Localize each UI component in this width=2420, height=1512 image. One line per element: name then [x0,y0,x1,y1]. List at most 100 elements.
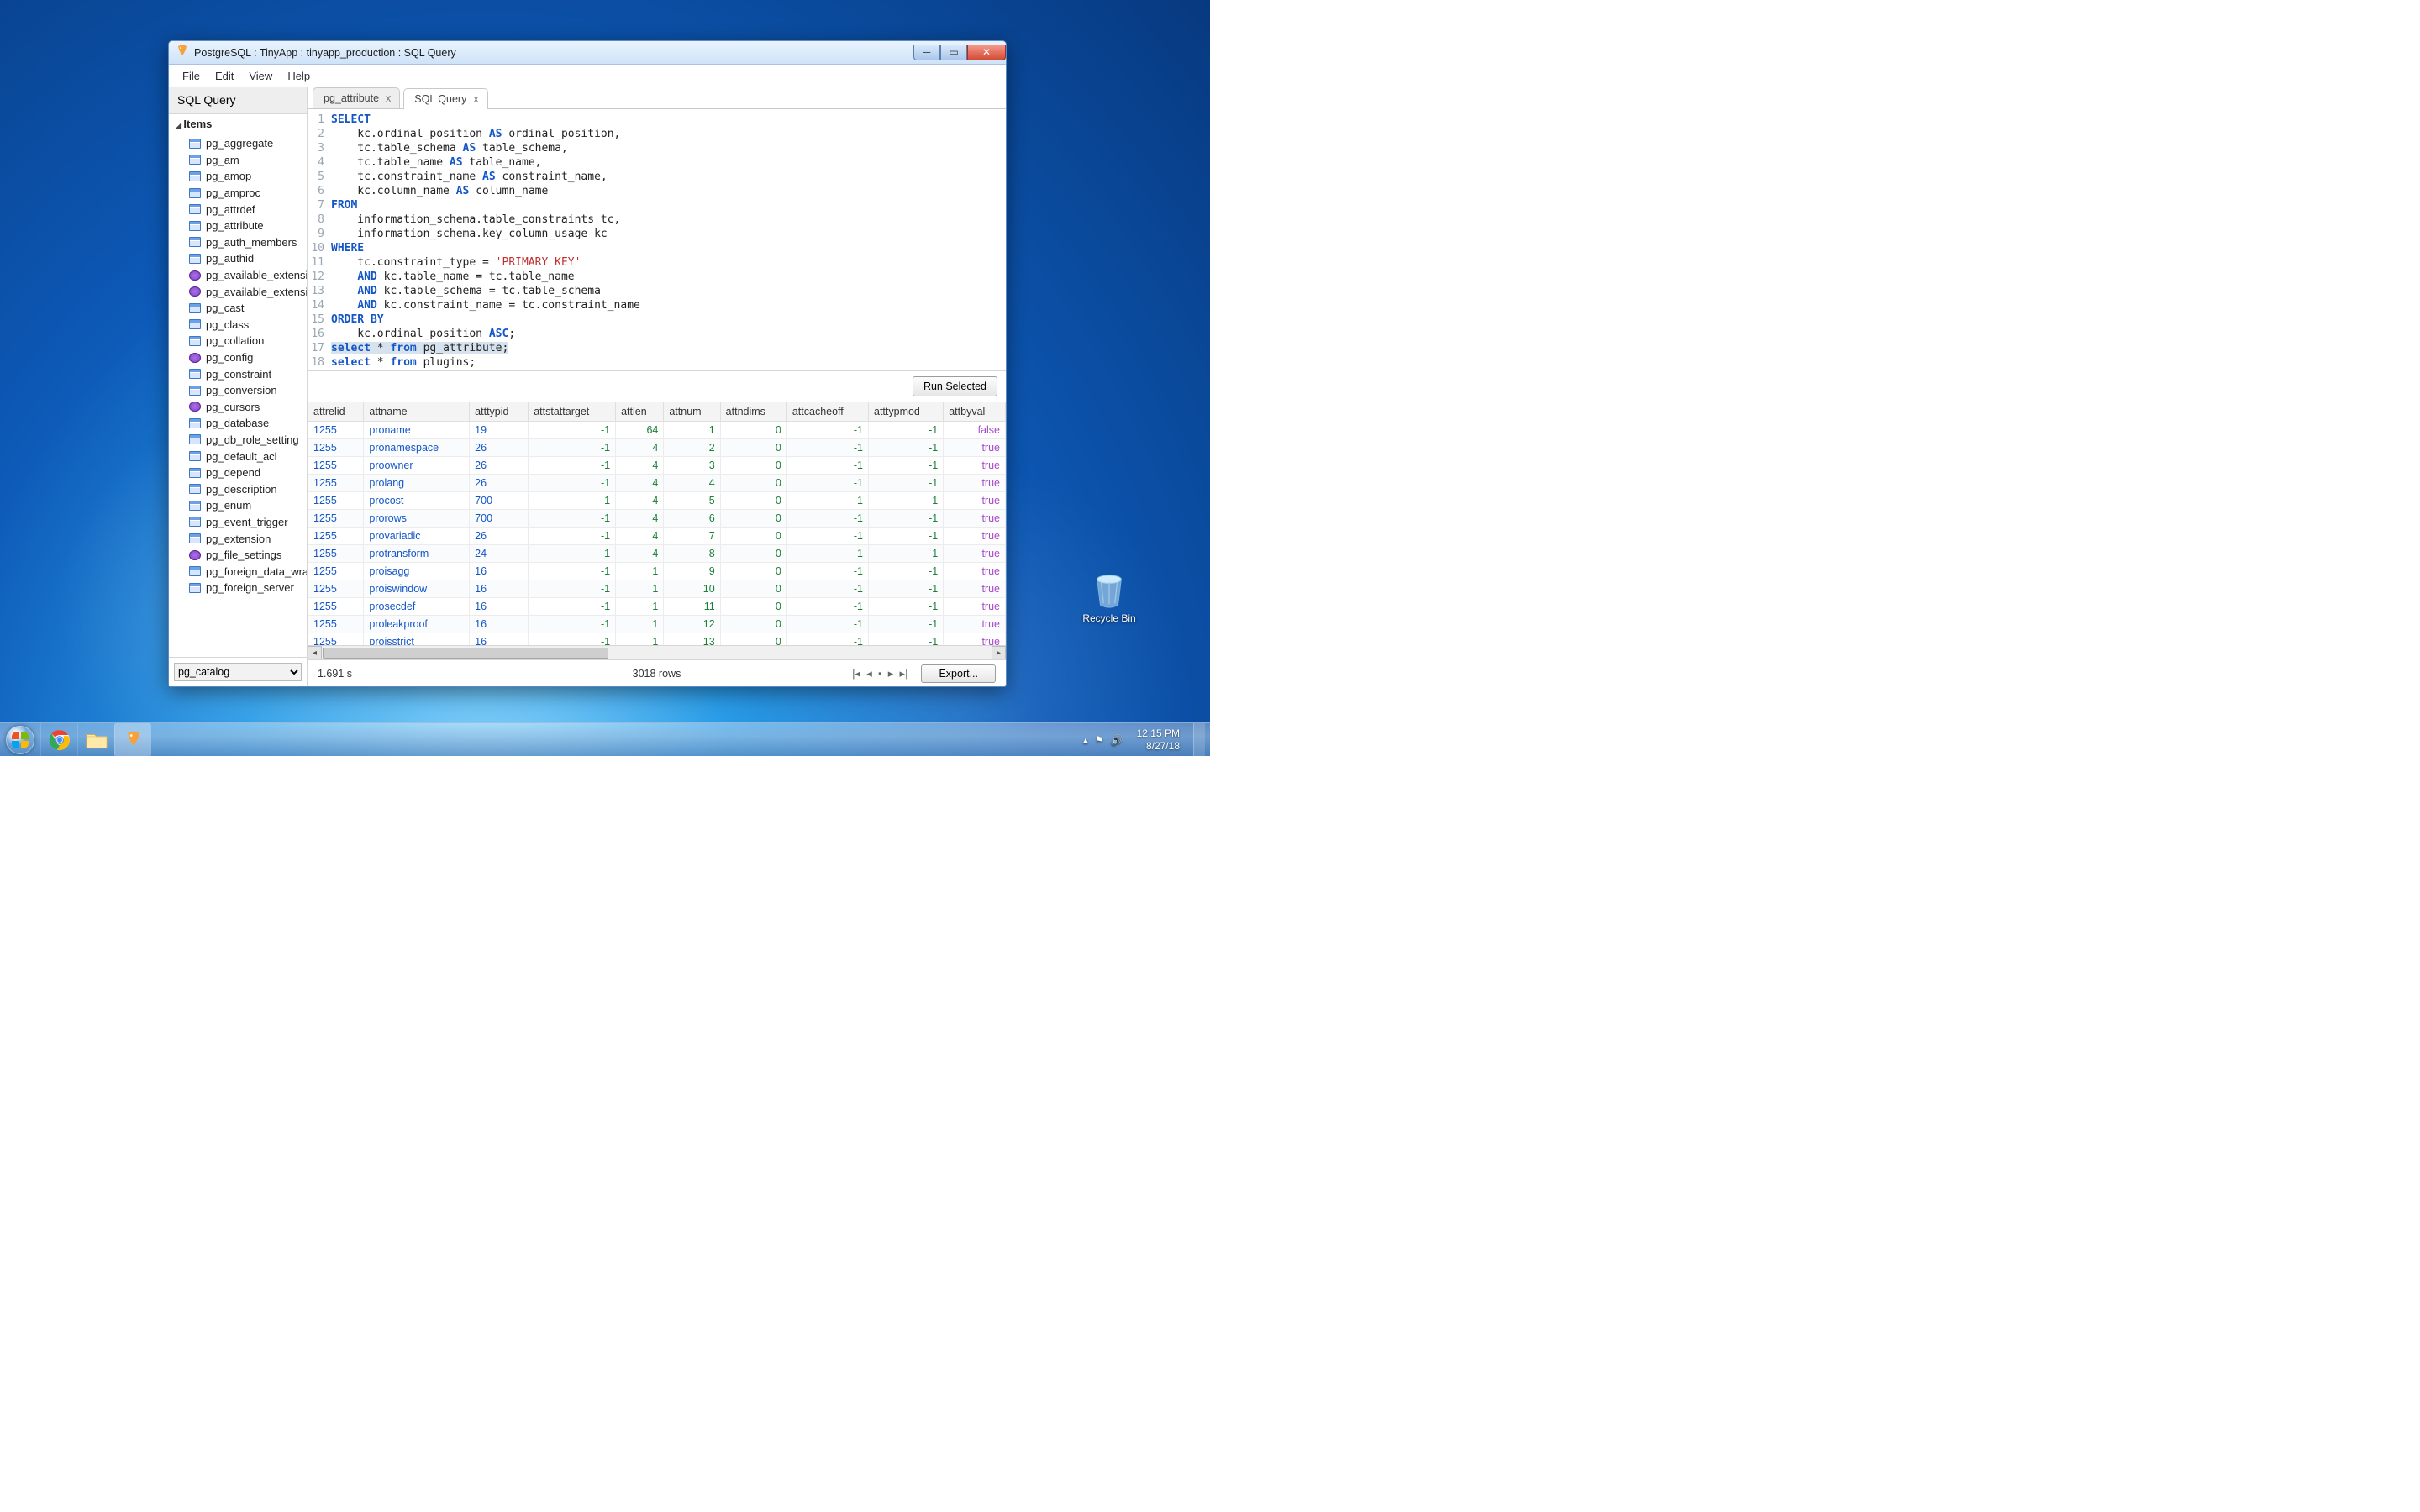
sidebar-item-label: pg_config [206,351,253,364]
export-button[interactable]: Export... [921,664,996,683]
folder-icon [86,731,108,749]
pager[interactable]: |◂ ◂ ▪ ▸ ▸| [852,667,908,680]
table-row[interactable]: 1255proisstrict16-11130-1-1true [308,633,1006,646]
column-header[interactable]: attcacheoff [786,402,868,422]
sidebar-item[interactable]: pg_amop [187,168,307,185]
run-selected-button[interactable]: Run Selected [913,376,997,396]
column-header[interactable]: attname [364,402,470,422]
sidebar-item[interactable]: pg_auth_members [187,234,307,251]
column-header[interactable]: attndims [720,402,786,422]
table-row[interactable]: 1255proisagg16-1190-1-1true [308,563,1006,580]
table-icon [189,517,201,527]
table-icon [189,303,201,313]
sidebar-item[interactable]: pg_collation [187,333,307,349]
close-icon[interactable]: x [473,93,478,105]
sidebar-root[interactable]: Items [169,114,307,135]
sidebar-item[interactable]: pg_authid [187,250,307,267]
sidebar-item[interactable]: pg_am [187,152,307,169]
sidebar-item[interactable]: pg_available_extension [187,283,307,300]
table-row[interactable]: 1255proiswindow16-11100-1-1true [308,580,1006,598]
table-row[interactable]: 1255pronamespace26-1420-1-1true [308,439,1006,457]
table-row[interactable]: 1255procost700-1450-1-1true [308,492,1006,510]
tab[interactable]: SQL Queryx [403,88,487,109]
sidebar-item[interactable]: pg_file_settings [187,547,307,564]
table-row[interactable]: 1255prosecdef16-11110-1-1true [308,598,1006,616]
maximize-button[interactable]: ▭ [940,45,967,60]
column-header[interactable]: attstattarget [529,402,616,422]
show-desktop-button[interactable] [1193,723,1205,757]
column-header[interactable]: attlen [616,402,664,422]
menu-view[interactable]: View [242,67,279,85]
sidebar-item[interactable]: pg_depend [187,465,307,481]
column-header[interactable]: attrelid [308,402,364,422]
table-row[interactable]: 1255prolang26-1440-1-1true [308,475,1006,492]
sidebar-item-label: pg_file_settings [206,549,281,561]
table-row[interactable]: 1255protransform24-1480-1-1true [308,545,1006,563]
sidebar-item[interactable]: pg_description [187,480,307,497]
sidebar-item[interactable]: pg_foreign_data_wrap [187,563,307,580]
column-header[interactable]: atttypmod [869,402,944,422]
sidebar-item[interactable]: pg_class [187,317,307,333]
sidebar-item[interactable]: pg_aggregate [187,135,307,152]
tray-flag-icon[interactable]: ⚑ [1095,734,1104,746]
sql-editor[interactable]: 1234567891011121314151617181920 SELECT k… [308,109,1006,371]
tab[interactable]: pg_attributex [313,87,400,108]
table-icon [189,533,201,543]
results-grid[interactable]: attrelidattnameatttypidattstattargetattl… [308,402,1006,659]
column-header[interactable]: attbyval [944,402,1006,422]
sidebar-item-label: pg_am [206,154,239,166]
sidebar-item[interactable]: pg_database [187,415,307,432]
gear-icon [189,353,201,363]
table-row[interactable]: 1255proleakproof16-11120-1-1true [308,616,1006,633]
table-row[interactable]: 1255prorows700-1460-1-1true [308,510,1006,528]
tray-chevron-icon[interactable]: ▴ [1083,734,1088,746]
table-icon [189,566,201,576]
sidebar-item[interactable]: pg_extension [187,530,307,547]
taskbar-clock[interactable]: 12:15 PM 8/27/18 [1130,727,1186,752]
sidebar-item[interactable]: pg_attribute [187,218,307,234]
taskbar: ▴ ⚑ 🔊 12:15 PM 8/27/18 [0,722,1210,756]
table-row[interactable]: 1255proowner26-1430-1-1true [308,457,1006,475]
table-row[interactable]: 1255provariadic26-1470-1-1true [308,528,1006,545]
sidebar-item[interactable]: pg_attrdef [187,201,307,218]
taskbar-chrome[interactable] [40,723,77,757]
menu-edit[interactable]: Edit [208,67,240,85]
horizontal-scrollbar[interactable]: ◂ ▸ [308,645,1006,659]
scroll-right-icon[interactable]: ▸ [992,646,1006,659]
column-header[interactable]: attnum [664,402,720,422]
sidebar-item[interactable]: pg_default_acl [187,448,307,465]
recycle-bin-label: Recycle Bin [1076,612,1143,624]
table-icon [189,501,201,511]
close-icon[interactable]: x [386,92,391,104]
column-header[interactable]: atttypid [470,402,529,422]
sidebar-item-label: pg_available_extension [206,269,307,281]
scroll-left-icon[interactable]: ◂ [308,646,322,659]
tab-bar: pg_attributexSQL Queryx [308,87,1006,109]
schema-select[interactable]: pg_catalog [174,663,302,681]
taskbar-postgres-app[interactable] [114,723,151,757]
recycle-bin-icon [1090,571,1128,610]
sidebar-item[interactable]: pg_db_role_setting [187,432,307,449]
menu-file[interactable]: File [176,67,207,85]
start-button[interactable] [0,723,40,757]
sidebar-item[interactable]: pg_foreign_server [187,580,307,596]
table-icon [189,139,201,149]
sidebar-item[interactable]: pg_available_extension [187,267,307,284]
sidebar-item[interactable]: pg_constraint [187,365,307,382]
recycle-bin[interactable]: Recycle Bin [1076,571,1143,624]
menubar: File Edit View Help [169,65,1006,87]
menu-help[interactable]: Help [281,67,317,85]
sidebar-item[interactable]: pg_cursors [187,399,307,416]
table-row[interactable]: 1255proname19-16410-1-1false [308,422,1006,439]
taskbar-explorer[interactable] [77,723,114,757]
close-button[interactable]: ✕ [967,45,1006,60]
sidebar-item[interactable]: pg_conversion [187,382,307,399]
sidebar-item[interactable]: pg_amproc [187,185,307,202]
sidebar-item[interactable]: pg_cast [187,300,307,317]
titlebar[interactable]: PostgreSQL : TinyApp : tinyapp_productio… [169,41,1006,65]
sidebar-item[interactable]: pg_event_trigger [187,514,307,531]
sidebar-item[interactable]: pg_enum [187,497,307,514]
minimize-button[interactable]: ─ [913,45,940,60]
sidebar-item[interactable]: pg_config [187,349,307,366]
tray-volume-icon[interactable]: 🔊 [1111,734,1123,746]
